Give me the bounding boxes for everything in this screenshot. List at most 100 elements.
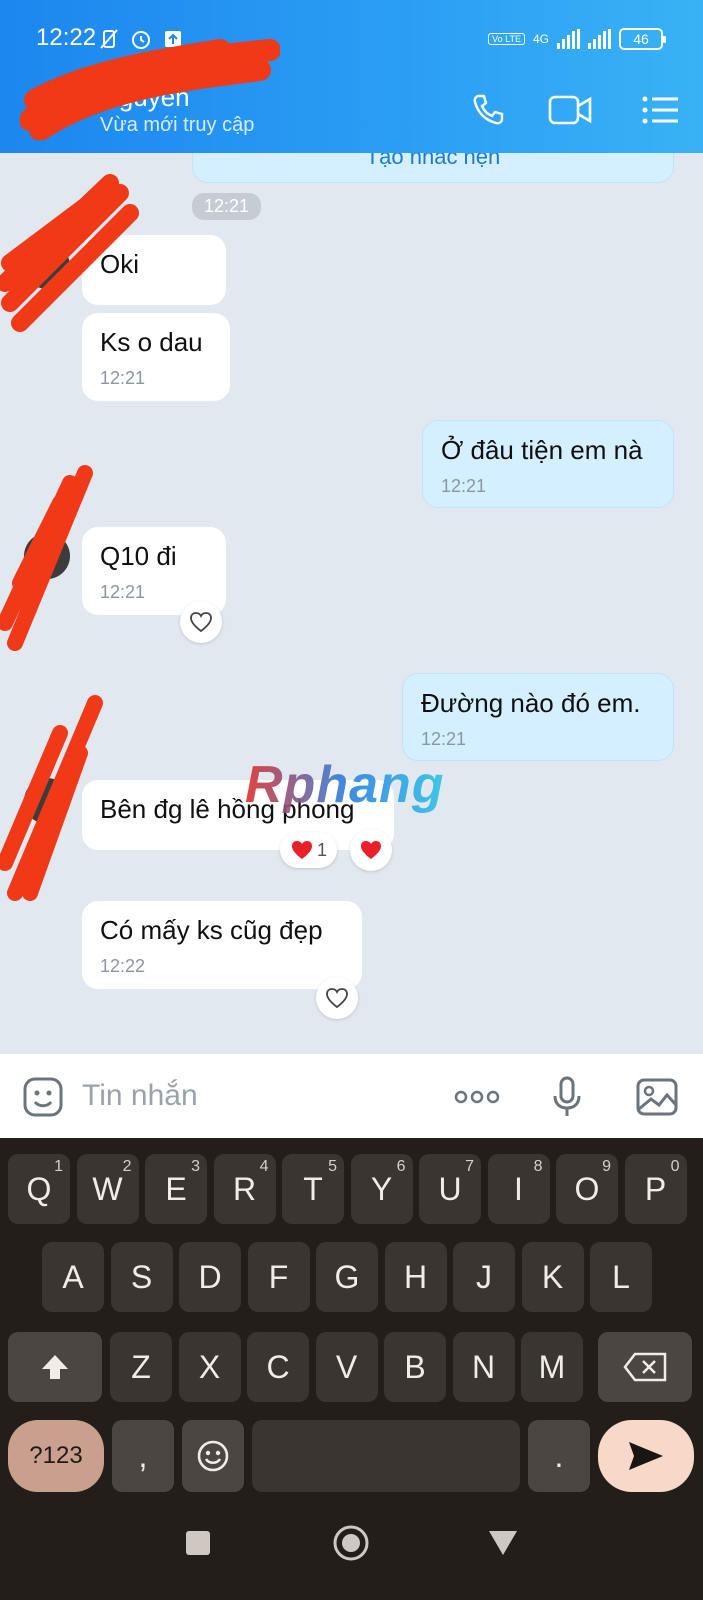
message-text: Đường nào đó em. xyxy=(421,688,641,718)
key-l[interactable]: L xyxy=(590,1242,652,1312)
key-label: R xyxy=(232,1170,257,1207)
home-circle-icon[interactable] xyxy=(332,1524,370,1562)
redaction-scribble xyxy=(0,695,103,901)
message-bubble-outgoing[interactable]: Đường nào đó em. 12:21 xyxy=(402,673,674,761)
video-call-button[interactable] xyxy=(548,88,592,132)
voice-button[interactable] xyxy=(544,1074,590,1120)
space-bar[interactable] xyxy=(252,1420,520,1492)
more-options-button[interactable] xyxy=(454,1074,500,1120)
key-v[interactable]: V xyxy=(315,1332,378,1402)
key-t[interactable]: T5 xyxy=(282,1154,344,1224)
call-button[interactable] xyxy=(466,88,510,132)
key-i[interactable]: I8 xyxy=(487,1154,550,1224)
key-m[interactable]: M xyxy=(521,1332,583,1402)
key-z[interactable]: Z xyxy=(110,1332,172,1402)
backspace-icon xyxy=(623,1352,667,1382)
key-o[interactable]: O9 xyxy=(556,1154,618,1224)
message-input[interactable] xyxy=(82,1072,422,1120)
key-a[interactable]: A xyxy=(42,1242,104,1312)
redaction-scribble xyxy=(0,174,139,332)
key-p[interactable]: P0 xyxy=(624,1154,687,1224)
chat-area[interactable]: Tạo nhắc hẹn 12:21 Oki Ks o dau 12:21 Ở … xyxy=(0,153,703,1053)
key-d[interactable]: D xyxy=(179,1242,241,1312)
key-c[interactable]: C xyxy=(247,1332,309,1402)
key-number-hint: 2 xyxy=(122,1158,132,1175)
key-label: J xyxy=(476,1258,492,1295)
key-label: T xyxy=(303,1170,323,1207)
phone-icon xyxy=(473,94,504,125)
key-label: F xyxy=(268,1258,289,1295)
message-bubble-outgoing[interactable]: Ở đâu tiện em nà 12:21 xyxy=(422,420,674,508)
send-button[interactable] xyxy=(598,1420,694,1492)
send-arrow-icon xyxy=(629,1442,663,1470)
comma-key[interactable]: , xyxy=(112,1420,174,1492)
key-n[interactable]: N xyxy=(452,1332,515,1402)
key-u[interactable]: U7 xyxy=(419,1154,481,1224)
backspace-key[interactable] xyxy=(598,1332,692,1402)
redaction-scribble xyxy=(20,39,280,140)
heart-outline-icon xyxy=(326,988,348,1009)
key-label: A xyxy=(62,1258,84,1295)
menu-button[interactable] xyxy=(638,88,682,132)
shift-key[interactable] xyxy=(8,1332,102,1402)
key-label: L xyxy=(612,1258,630,1295)
message-text: Q10 đi xyxy=(100,541,177,571)
key-label: N xyxy=(471,1348,496,1385)
emoji-key[interactable] xyxy=(182,1420,244,1492)
key-f[interactable]: F xyxy=(247,1242,310,1312)
message-time: 12:21 xyxy=(100,582,146,602)
key-label: Z xyxy=(131,1348,151,1385)
list-menu-icon xyxy=(642,96,678,124)
message-text: Ở đâu tiện em nà xyxy=(441,435,643,465)
period-key[interactable]: . xyxy=(528,1420,590,1492)
key-s[interactable]: S xyxy=(110,1242,173,1312)
key-number-hint: 8 xyxy=(533,1158,543,1175)
redaction-scribble xyxy=(0,465,93,651)
key-q[interactable]: Q1 xyxy=(8,1154,70,1224)
smiley-sticker-icon xyxy=(23,1077,63,1117)
key-number-hint: 3 xyxy=(191,1158,200,1175)
key-y[interactable]: Y6 xyxy=(350,1154,413,1224)
key-label: H xyxy=(403,1258,428,1295)
key-x[interactable]: X xyxy=(178,1332,241,1402)
more-dots-icon xyxy=(454,1090,500,1104)
battery-icon: 46 xyxy=(619,28,666,50)
reaction-button[interactable] xyxy=(350,829,392,871)
key-number-hint: 6 xyxy=(396,1158,406,1175)
message-time: 12:21 xyxy=(100,368,146,388)
watermark: Rphang xyxy=(245,756,445,814)
key-label: X xyxy=(198,1348,221,1385)
reminder-bubble[interactable]: Tạo nhắc hẹn xyxy=(192,153,674,183)
key-h[interactable]: H xyxy=(384,1242,447,1312)
message-text: Có mấy ks cũg đẹp xyxy=(100,915,323,945)
key-w[interactable]: W2 xyxy=(76,1154,139,1224)
key-label: D xyxy=(198,1258,222,1295)
key-label: V xyxy=(335,1348,358,1385)
key-r[interactable]: R4 xyxy=(213,1154,276,1224)
system-nav-bar xyxy=(0,1505,703,1600)
microphone-icon xyxy=(553,1076,581,1116)
reaction-button[interactable] xyxy=(180,601,222,643)
back-triangle-icon[interactable] xyxy=(488,1530,518,1556)
symbols-key[interactable]: ?123 xyxy=(8,1420,104,1492)
key-k[interactable]: K xyxy=(521,1242,584,1312)
key-b[interactable]: B xyxy=(384,1332,446,1402)
key-g[interactable]: G xyxy=(316,1242,378,1312)
message-bubble[interactable]: Có mấy ks cũg đẹp 12:22 xyxy=(82,901,362,989)
status-right: Vo LTE 4G 46 xyxy=(488,28,666,50)
sticker-button[interactable] xyxy=(20,1074,66,1120)
key-number-hint: 7 xyxy=(465,1158,474,1175)
key-label: B xyxy=(404,1348,426,1385)
image-button[interactable] xyxy=(634,1074,680,1120)
reaction-count-value: 1 xyxy=(317,839,328,860)
reaction-count[interactable]: 1 xyxy=(280,832,338,868)
key-e[interactable]: E3 xyxy=(145,1154,207,1224)
reaction-button[interactable] xyxy=(316,977,358,1019)
key-j[interactable]: J xyxy=(453,1242,515,1312)
key-label: M xyxy=(538,1348,566,1385)
emoji-icon xyxy=(197,1440,229,1472)
heart-outline-icon xyxy=(190,612,212,633)
recents-square-icon[interactable] xyxy=(185,1530,211,1556)
signal-icon xyxy=(557,29,580,49)
key-label: O xyxy=(574,1170,600,1207)
